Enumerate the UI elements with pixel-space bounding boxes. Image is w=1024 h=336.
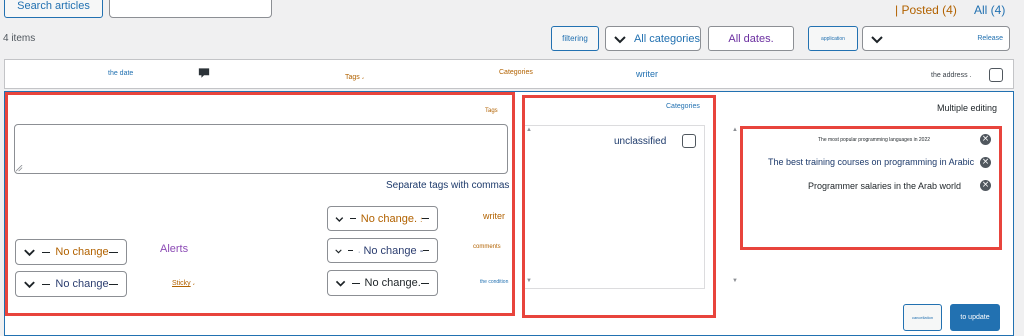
search-articles-button[interactable]: Search articles	[4, 0, 103, 18]
column-tags: Tags ،	[345, 74, 365, 81]
bulk-action-label: Release	[977, 35, 1003, 42]
items-count: 4 items	[3, 33, 36, 44]
column-address[interactable]: the address .	[931, 72, 971, 79]
posted-link[interactable]: | Posted (4)	[895, 3, 957, 17]
bulk-action-select[interactable]: Release	[862, 26, 1010, 51]
comment-icon[interactable]	[198, 67, 210, 80]
category-filter-select[interactable]: All categories	[605, 26, 701, 51]
column-date[interactable]: the date	[108, 70, 133, 77]
highlight-box	[522, 95, 716, 318]
bulk-edit-title: Multiple editing	[937, 103, 998, 113]
select-all-checkbox[interactable]	[989, 68, 1003, 82]
column-categories: Categories	[499, 69, 533, 76]
search-input[interactable]	[109, 0, 272, 18]
highlight-box	[740, 126, 1002, 250]
date-filter-select[interactable]: All dates.	[708, 26, 794, 51]
apply-button[interactable]: application	[808, 26, 858, 51]
cancel-button[interactable]: cancellation	[903, 304, 942, 331]
highlight-box	[5, 92, 515, 316]
category-filter-label: All categories	[633, 32, 700, 45]
column-writer[interactable]: writer	[636, 69, 658, 79]
scroll-up-arrow[interactable]: ▲	[732, 127, 738, 133]
filter-button[interactable]: filtering	[551, 26, 599, 51]
update-button[interactable]: to update	[950, 304, 1000, 331]
chevron-down-icon	[614, 35, 626, 43]
chevron-down-icon	[871, 35, 883, 43]
all-link[interactable]: All (4)	[974, 3, 1005, 17]
scroll-down-arrow[interactable]: ▼	[732, 278, 738, 284]
